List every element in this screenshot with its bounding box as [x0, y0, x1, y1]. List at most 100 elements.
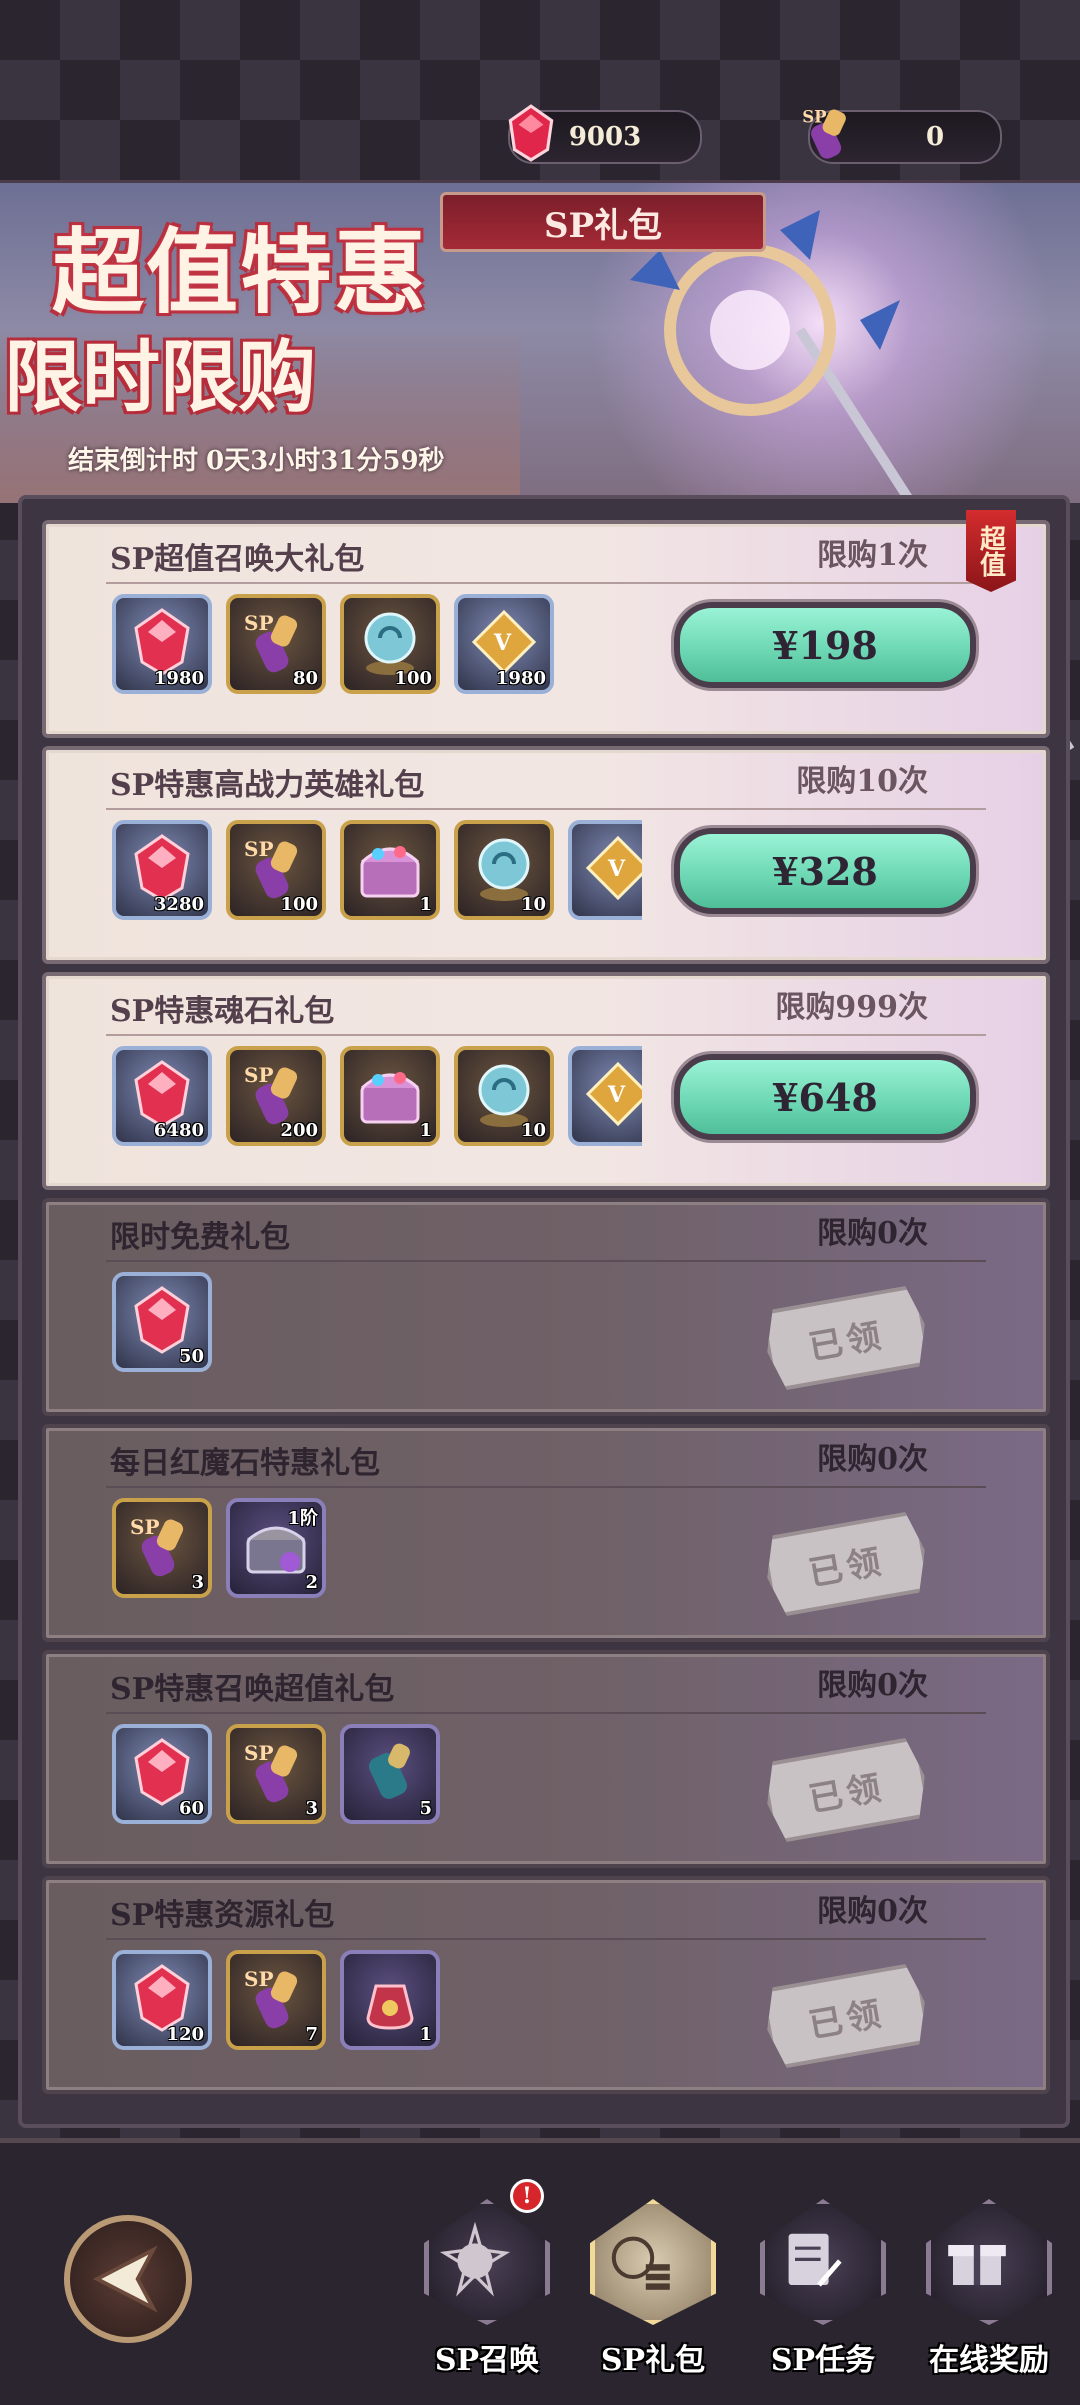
nav-tab[interactable]: 在线奖励	[914, 2199, 1064, 2389]
reward-slot[interactable]: SP 80	[226, 594, 326, 694]
claimed-stamp: 已领	[760, 1736, 932, 1845]
reward-slot[interactable]: SP 100	[226, 820, 326, 920]
reward-slot[interactable]: V 1980	[454, 594, 554, 694]
reward-quantity: 100	[280, 894, 318, 915]
countdown-value: 0天3小时31分59秒	[206, 446, 445, 476]
nav-label: SP召唤	[434, 2343, 540, 2378]
nav-tab[interactable]: SP召唤!	[412, 2179, 562, 2389]
svg-text:SP: SP	[244, 611, 273, 635]
reward-quantity: 3280	[153, 894, 204, 915]
sp-scroll-icon: SP	[244, 1967, 298, 2029]
reward-quantity: 6480	[153, 1120, 204, 1141]
reward-items: 1980 SP 80 100 V 1980	[112, 594, 612, 702]
divider	[106, 1034, 986, 1036]
pack-title: SP特惠资源礼包	[110, 1898, 335, 1933]
claimed-stamp: 已领	[760, 1962, 932, 2071]
svg-text:V: V	[607, 1082, 626, 1108]
svg-text:V: V	[493, 630, 512, 656]
reward-slot[interactable]: 1	[340, 820, 440, 920]
svg-text:V: V	[607, 856, 626, 882]
pack-purchase-limit: 限购999次	[775, 990, 928, 1025]
reward-slot[interactable]: 5	[340, 1724, 440, 1824]
svg-text:SP: SP	[802, 107, 826, 127]
reward-slot[interactable]: 2 1阶	[226, 1498, 326, 1598]
reward-quantity: 5	[419, 1798, 432, 1819]
coin-pouch-icon	[366, 1984, 414, 2030]
reward-slot[interactable]: 6480	[112, 1046, 212, 1146]
pack-title: SP超值召唤大礼包	[110, 542, 365, 577]
pack-card: SP特惠资源礼包 限购0次 120 SP 7 1 已领	[42, 1876, 1050, 2094]
reward-slot[interactable]: SP 200	[226, 1046, 326, 1146]
reward-items: 3280 SP 100 1 10 V	[112, 820, 642, 928]
currency-bar: 9003 0 SP	[0, 100, 1080, 170]
reward-quantity: 7	[305, 2024, 318, 2045]
reward-slot[interactable]: SP 7	[226, 1950, 326, 2050]
svg-text:SP: SP	[244, 1741, 273, 1765]
buy-button[interactable]: ¥648	[674, 1054, 976, 1140]
pack-purchase-limit: 限购1次	[817, 538, 928, 573]
reward-quantity: 50	[178, 1346, 204, 1367]
reward-slot[interactable]: 1	[340, 1046, 440, 1146]
sp-scroll-icon: SP	[802, 107, 846, 159]
sp-pack-tab-tag: SP礼包	[440, 192, 766, 252]
reward-items: SP 3 2 1阶	[112, 1498, 612, 1606]
reward-slot[interactable]: 120	[112, 1950, 212, 2050]
pack-card: 限时免费礼包 限购0次 50 已领	[42, 1198, 1050, 1416]
reward-slot[interactable]: 10	[454, 1046, 554, 1146]
pack-card: SP特惠召唤超值礼包 限购0次 60 SP 3 5 已领	[42, 1650, 1050, 1868]
pack-card: SP超值召唤大礼包 限购1次 1980 SP 80 100 V 1980 ¥198 超值	[42, 510, 1050, 738]
back-button[interactable]	[64, 2215, 192, 2343]
nav-tab[interactable]: SP礼包	[578, 2199, 728, 2389]
pack-title: SP特惠召唤超值礼包	[110, 1672, 395, 1707]
pack-title: SP特惠高战力英雄礼包	[110, 768, 425, 803]
reward-slot[interactable]: 60	[112, 1724, 212, 1824]
pack-purchase-limit: 限购0次	[817, 1442, 928, 1477]
red-gem-icon	[508, 104, 554, 162]
reward-quantity: 60	[178, 1798, 204, 1819]
reward-slot[interactable]: 100	[340, 594, 440, 694]
reward-slot[interactable]: 3280	[112, 820, 212, 920]
reward-items: 120 SP 7 1	[112, 1950, 612, 2058]
reward-quantity: 3	[191, 1572, 204, 1593]
reward-slot[interactable]: V	[568, 1046, 642, 1146]
nav-label: SP任务	[770, 2343, 876, 2378]
bottom-nav: SP召唤! SP礼包 SP任务 在线奖励	[0, 2138, 1080, 2405]
reward-quantity: 1980	[153, 668, 204, 689]
reward-slot[interactable]: SP 3	[112, 1498, 212, 1598]
svg-text:SP: SP	[244, 1063, 273, 1087]
gold-crystal-icon: V	[585, 1061, 642, 1127]
reward-slot[interactable]: 1	[340, 1950, 440, 2050]
countdown-timer: 结束倒计时 0天3小时31分59秒	[68, 440, 445, 477]
pack-title: SP特惠魂石礼包	[110, 994, 335, 1029]
pack-card: SP特惠魂石礼包 限购999次 6480 SP 200 1 10 V ¥648	[42, 972, 1050, 1190]
reward-slot[interactable]: V	[568, 820, 642, 920]
divider	[106, 1938, 986, 1940]
tier-label: 1阶	[287, 1508, 318, 1529]
pack-purchase-limit: 限购10次	[796, 764, 928, 799]
reward-slot[interactable]: 1980	[112, 594, 212, 694]
svg-text:SP: SP	[244, 837, 273, 861]
reward-slot[interactable]: SP 3	[226, 1724, 326, 1824]
buy-button[interactable]: ¥198	[674, 602, 976, 688]
reward-items: 6480 SP 200 1 10 V	[112, 1046, 642, 1154]
countdown-label: 结束倒计时	[68, 446, 199, 476]
alert-badge: !	[510, 2179, 544, 2213]
treasure-chest-icon	[360, 846, 420, 898]
pack-purchase-limit: 限购0次	[817, 1216, 928, 1251]
divider	[106, 808, 986, 810]
sp-scroll-icon: SP	[244, 1741, 298, 1803]
buy-button[interactable]: ¥328	[674, 828, 976, 914]
reward-slot[interactable]: 10	[454, 820, 554, 920]
claimed-stamp: 已领	[760, 1510, 932, 1619]
reward-slot[interactable]: 50	[112, 1272, 212, 1372]
pack-title: 每日红魔石特惠礼包	[110, 1446, 380, 1481]
reward-quantity: 3	[305, 1798, 318, 1819]
divider	[106, 1260, 986, 1262]
nav-tab[interactable]: SP任务	[748, 2199, 898, 2389]
red-gem-amount: 9003	[568, 122, 642, 152]
nav-label: SP礼包	[600, 2343, 706, 2378]
banner-subline: 限时限购	[4, 332, 317, 423]
reward-quantity: 1980	[495, 668, 546, 689]
reward-quantity: 10	[520, 894, 546, 915]
svg-text:SP: SP	[130, 1515, 159, 1539]
